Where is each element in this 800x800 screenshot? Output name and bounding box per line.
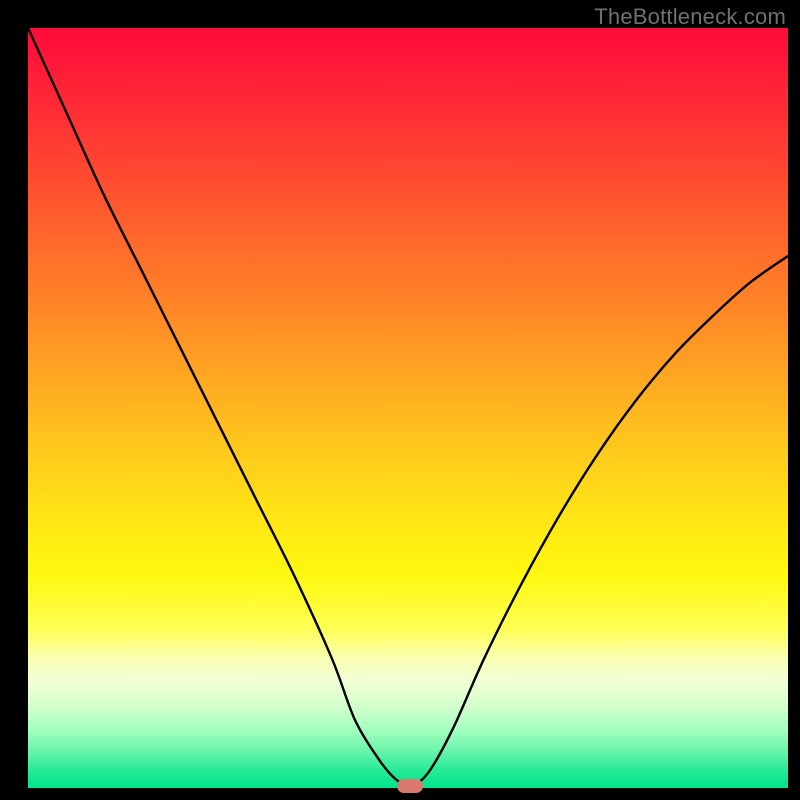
optimal-point-marker — [397, 779, 423, 793]
chart-frame: TheBottleneck.com — [0, 0, 800, 800]
bottleneck-curve — [28, 28, 788, 788]
plot-area — [28, 28, 788, 788]
watermark-text: TheBottleneck.com — [594, 4, 786, 30]
